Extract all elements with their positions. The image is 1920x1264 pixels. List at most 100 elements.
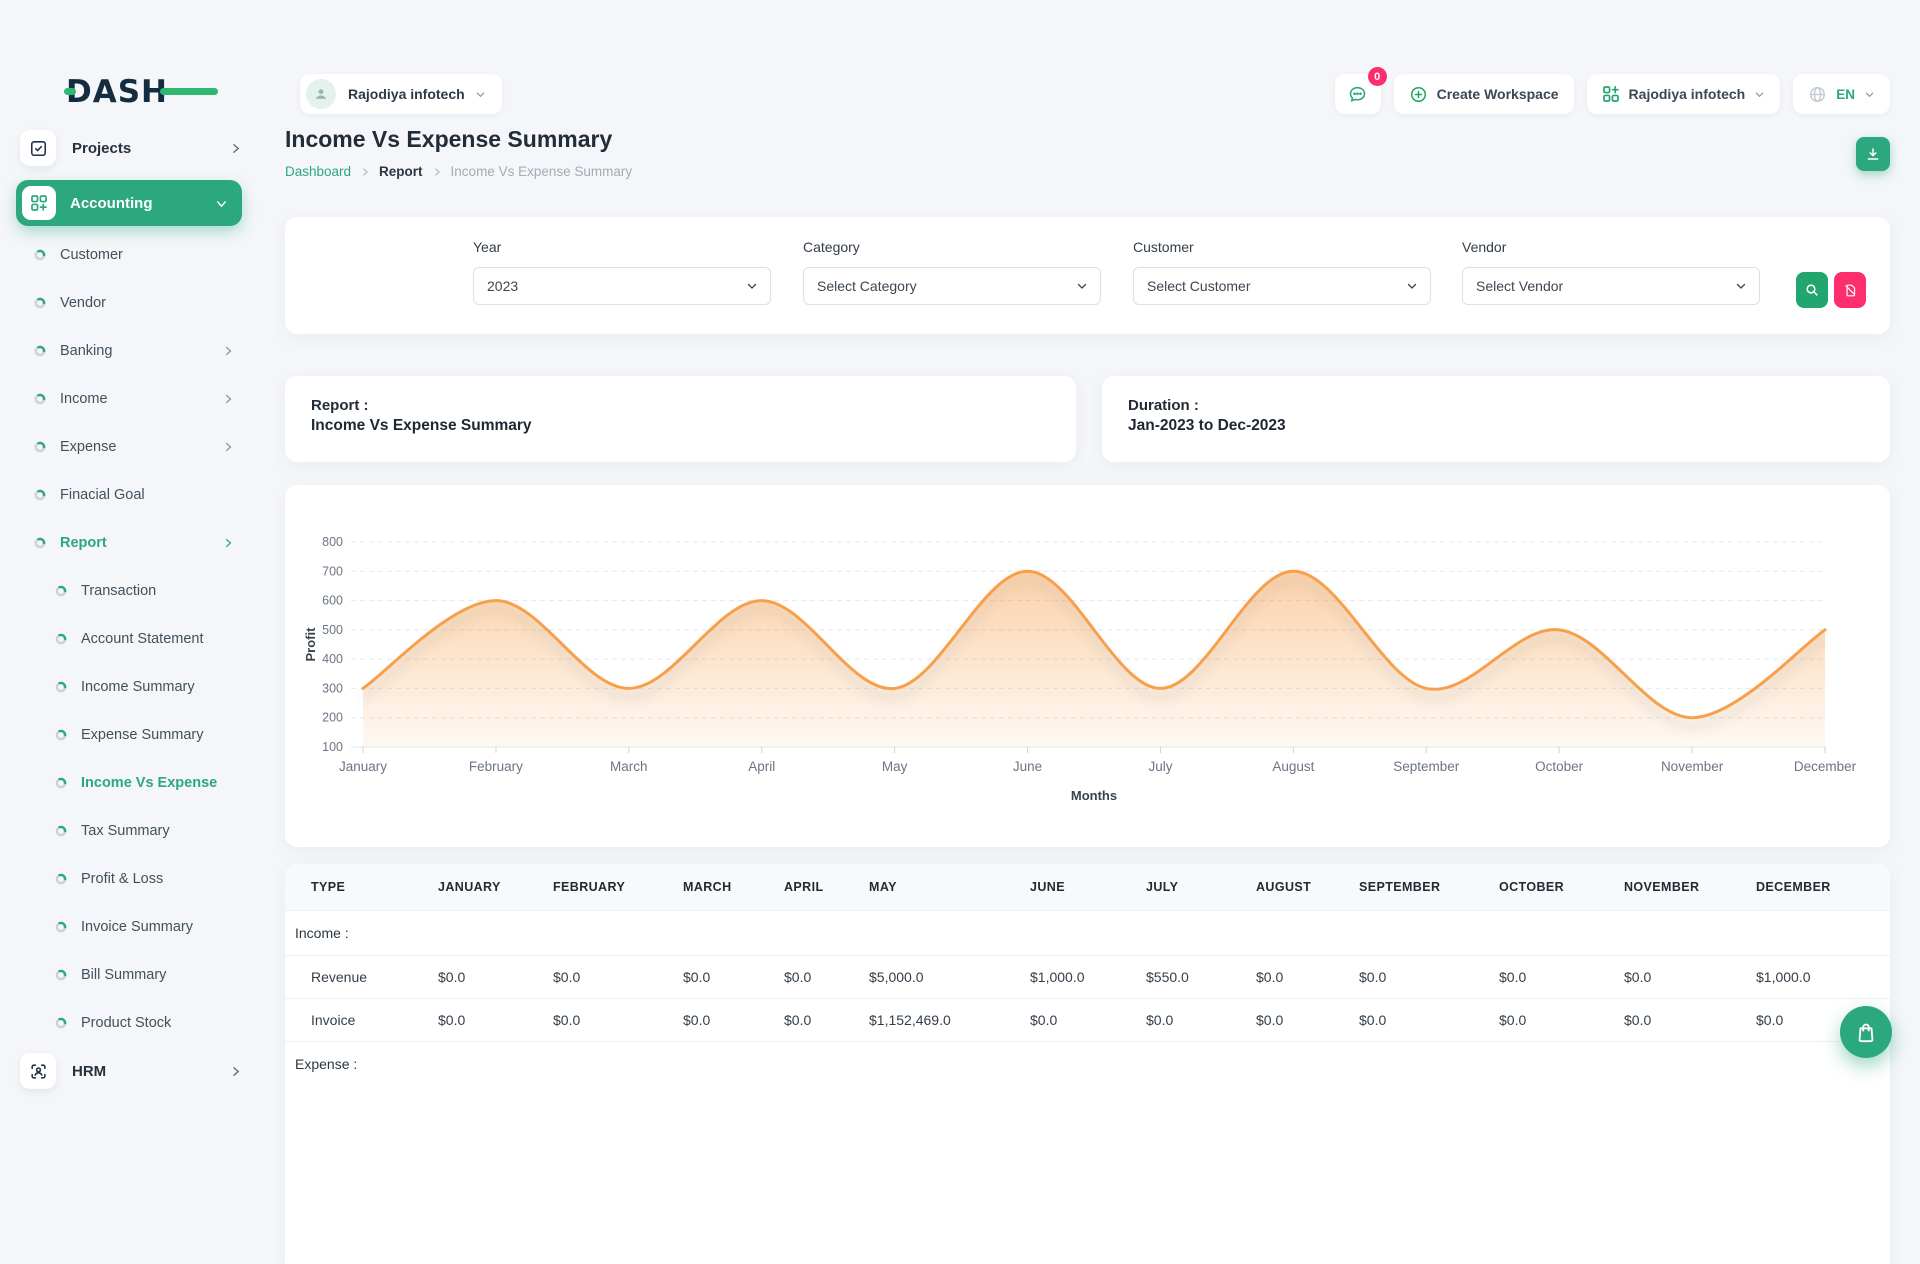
filter-panel: Year 2023 Category Select Category Custo… [285, 217, 1890, 334]
breadcrumb-dashboard[interactable]: Dashboard [285, 164, 351, 179]
sidebar-item-invoice-summary[interactable]: Invoice Summary [0, 903, 258, 951]
table-cell [774, 911, 859, 956]
status-ring-icon [34, 441, 46, 453]
report-card-title: Report : [285, 376, 1076, 414]
sidebar-item-finacial-goal[interactable]: Finacial Goal [0, 471, 258, 519]
svg-text:300: 300 [322, 681, 343, 695]
sidebar-item-banking[interactable]: Banking [0, 327, 258, 375]
status-ring-icon [34, 489, 46, 501]
cart-floating-button[interactable] [1840, 1006, 1892, 1058]
table-header-row: TYPEJANUARYFEBRUARYMARCHAPRILMAYJUNEJULY… [285, 864, 1890, 911]
status-ring-icon [34, 537, 46, 549]
table-cell: Income : [285, 911, 428, 956]
sidebar-item-label: Income [60, 391, 222, 407]
table-cell [1136, 1042, 1246, 1087]
table-cell [1614, 1042, 1746, 1087]
profit-area-chart: 800700600500400300200100JanuaryFebruaryM… [285, 485, 1890, 847]
sidebar-item-label: Product Stock [81, 1015, 234, 1031]
table-cell [673, 911, 774, 956]
sidebar-item-expense-summary[interactable]: Expense Summary [0, 711, 258, 759]
column-header-march: MARCH [673, 864, 774, 911]
year-select[interactable]: 2023 [473, 267, 771, 305]
table-cell [543, 1042, 673, 1087]
sidebar-item-label: Customer [60, 247, 234, 263]
user-selector[interactable]: Rajodiya infotech [300, 74, 502, 114]
table-cell: $0.0 [774, 999, 859, 1042]
chevron-down-icon [1406, 280, 1418, 292]
sidebar-item-account-statement[interactable]: Account Statement [0, 615, 258, 663]
sidebar-item-income-vs-expense[interactable]: Income Vs Expense [0, 759, 258, 807]
svg-text:Months: Months [1071, 788, 1117, 803]
table-cell: $0.0 [543, 956, 673, 999]
status-ring-icon [55, 873, 67, 885]
svg-text:December: December [1794, 759, 1857, 774]
sidebar-item-label: Invoice Summary [81, 919, 234, 935]
category-select[interactable]: Select Category [803, 267, 1101, 305]
customer-select[interactable]: Select Customer [1133, 267, 1431, 305]
apply-filter-button[interactable] [1796, 272, 1828, 308]
column-header-september: SEPTEMBER [1349, 864, 1489, 911]
table-cell: $0.0 [1489, 999, 1614, 1042]
svg-text:March: March [610, 759, 648, 774]
sidebar-item-hrm[interactable]: HRM [20, 1047, 242, 1095]
globe-icon [1808, 85, 1827, 104]
sidebar-item-bill-summary[interactable]: Bill Summary [0, 951, 258, 999]
table-cell [1020, 911, 1136, 956]
table-cell: $0.0 [774, 956, 859, 999]
table-cell: $0.0 [673, 956, 774, 999]
sidebar-item-label: Income Summary [81, 679, 234, 695]
sidebar-item-customer[interactable]: Customer [0, 231, 258, 279]
sidebar-item-projects[interactable]: Projects [20, 128, 242, 168]
sidebar-item-profit-loss[interactable]: Profit & Loss [0, 855, 258, 903]
table-cell: $5,000.0 [859, 956, 1020, 999]
svg-text:April: April [748, 759, 775, 774]
sidebar-item-product-stock[interactable]: Product Stock [0, 999, 258, 1047]
report-summary-card: Report : Income Vs Expense Summary [285, 376, 1076, 462]
svg-text:November: November [1661, 759, 1724, 774]
sidebar-item-expense[interactable]: Expense [0, 423, 258, 471]
grid-plus-icon [1602, 85, 1620, 103]
chevron-right-icon [229, 142, 242, 155]
sidebar-item-label: Report [60, 535, 222, 551]
messages-badge: 0 [1368, 67, 1387, 86]
status-ring-icon [55, 729, 67, 741]
sidebar-item-accounting[interactable]: Accounting [16, 180, 242, 226]
table-cell: $0.0 [1349, 956, 1489, 999]
sidebar-item-income[interactable]: Income [0, 375, 258, 423]
logo-accent-dot [64, 88, 76, 95]
chevron-down-icon [1735, 280, 1747, 292]
messages-button[interactable]: 0 [1335, 74, 1381, 114]
table-cell: $1,000.0 [1020, 956, 1136, 999]
table-cell: $0.0 [1349, 999, 1489, 1042]
status-ring-icon [34, 393, 46, 405]
create-workspace-button[interactable]: Create Workspace [1394, 74, 1574, 114]
sidebar-item-transaction[interactable]: Transaction [0, 567, 258, 615]
sidebar-item-label: Income Vs Expense [81, 775, 234, 791]
status-ring-icon [55, 921, 67, 933]
chevron-right-icon [222, 537, 234, 549]
reset-filter-button[interactable] [1834, 272, 1866, 308]
breadcrumb-report[interactable]: Report [379, 164, 423, 179]
sidebar-item-report[interactable]: Report [0, 519, 258, 567]
sidebar-item-label: Projects [72, 140, 229, 157]
svg-text:400: 400 [322, 652, 343, 666]
column-header-type: TYPE [285, 864, 428, 911]
sidebar-item-tax-summary[interactable]: Tax Summary [0, 807, 258, 855]
vendor-select[interactable]: Select Vendor [1462, 267, 1760, 305]
table-cell: Revenue [285, 956, 428, 999]
table-cell: $0.0 [1246, 956, 1349, 999]
workspace-selector[interactable]: Rajodiya infotech [1587, 74, 1781, 114]
sidebar-item-income-summary[interactable]: Income Summary [0, 663, 258, 711]
column-header-july: JULY [1136, 864, 1246, 911]
download-button[interactable] [1856, 137, 1890, 171]
chart-canvas: 800700600500400300200100JanuaryFebruaryM… [285, 485, 1890, 847]
table-cell: $0.0 [1614, 956, 1746, 999]
download-icon [1865, 146, 1881, 162]
app-logo[interactable]: DASH [66, 74, 206, 106]
language-selector[interactable]: EN [1793, 74, 1890, 114]
status-ring-icon [55, 633, 67, 645]
language-code: EN [1836, 87, 1855, 102]
year-label: Year [473, 239, 771, 255]
sidebar-item-vendor[interactable]: Vendor [0, 279, 258, 327]
column-header-november: NOVEMBER [1614, 864, 1746, 911]
